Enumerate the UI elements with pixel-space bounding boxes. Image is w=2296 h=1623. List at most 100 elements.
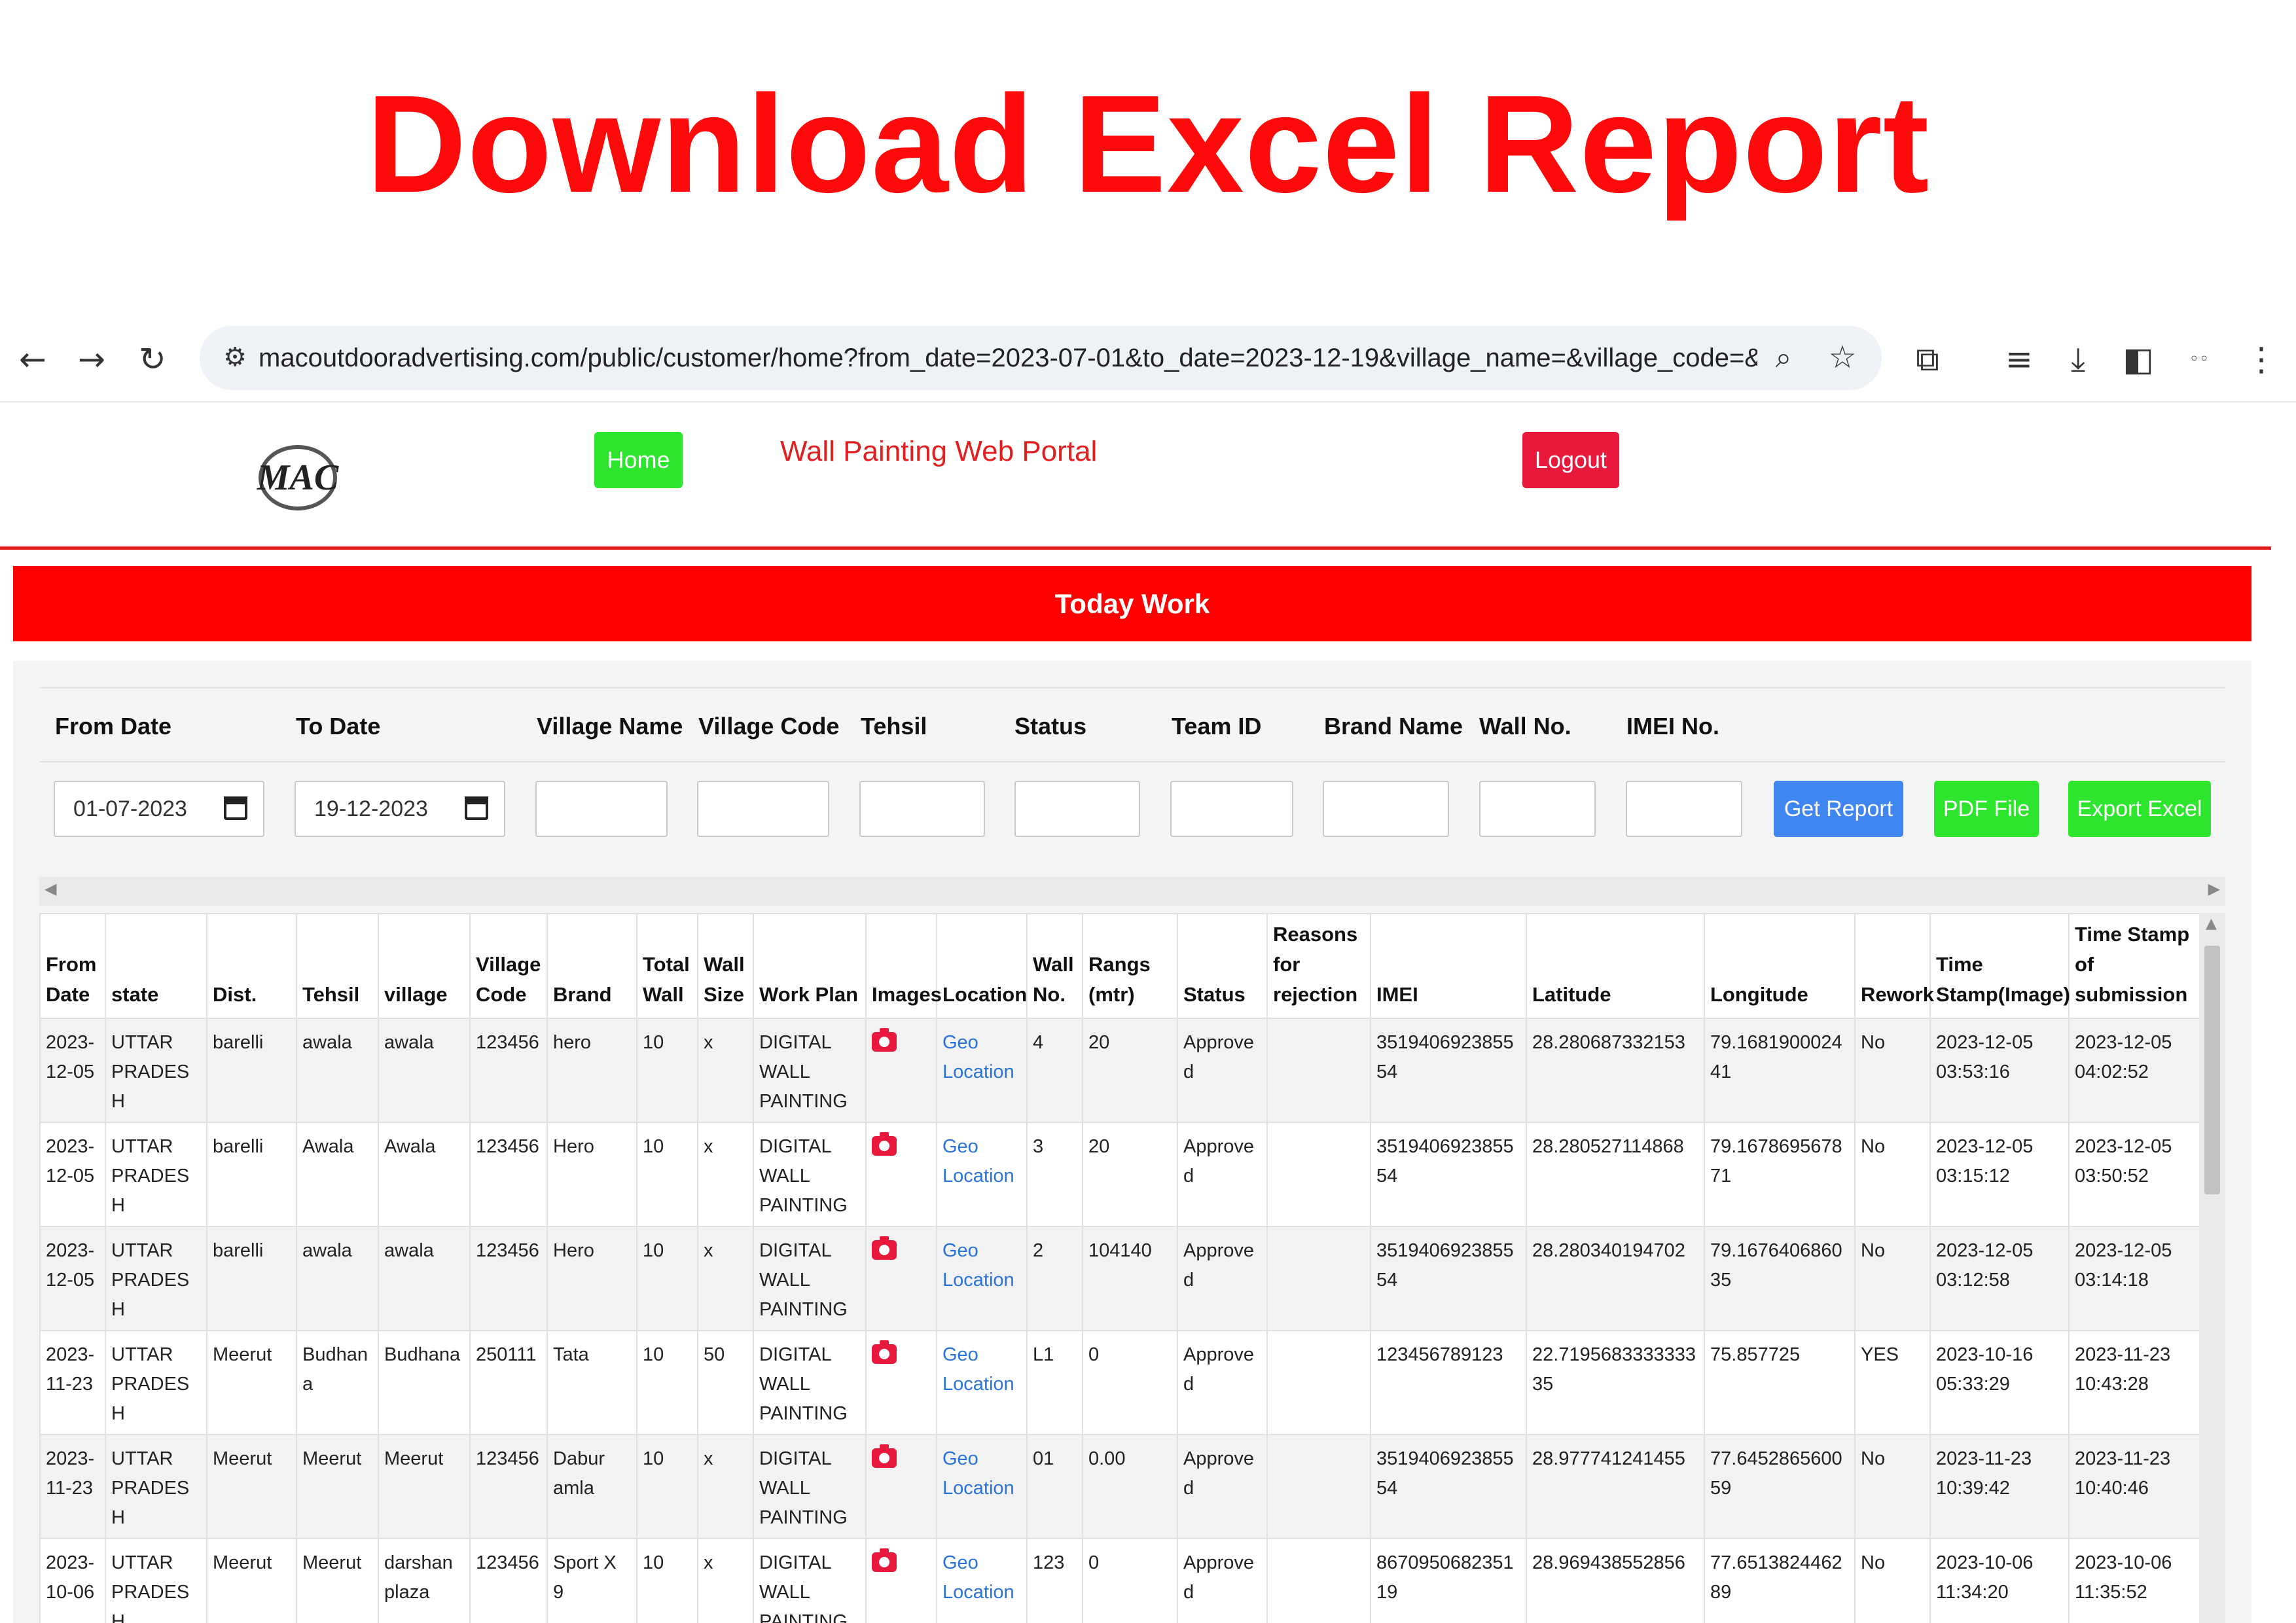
filter-labels-row: From Date To Date Village Name Village C… xyxy=(39,687,2225,762)
col-header[interactable]: Location xyxy=(936,913,1028,1019)
scroll-up-icon[interactable]: ▲ xyxy=(2206,916,2217,932)
download-icon[interactable]: ⤓ xyxy=(2055,330,2101,389)
col-header[interactable]: IMEI xyxy=(1370,913,1527,1019)
imei-no-input[interactable] xyxy=(1626,781,1742,837)
geo-location-link[interactable]: Geo Location xyxy=(942,1448,1014,1499)
col-header[interactable]: Reasons for rejection xyxy=(1266,913,1371,1019)
address-bar[interactable]: ⚙ macoutdooradvertising.com/public/custo… xyxy=(200,326,1882,390)
geo-location-link[interactable]: Geo Location xyxy=(942,1032,1014,1082)
col-header[interactable]: Village Code xyxy=(469,913,548,1019)
col-header[interactable]: Brand xyxy=(547,913,637,1019)
col-header[interactable]: village xyxy=(378,913,471,1019)
col-header[interactable]: Longitude xyxy=(1704,913,1856,1019)
geo-location-link[interactable]: Geo Location xyxy=(942,1552,1014,1603)
horizontal-scrollbar[interactable]: ◀ ▶ xyxy=(39,877,2225,906)
village-code-input[interactable] xyxy=(697,781,829,837)
table-cell: 4 xyxy=(1026,1018,1083,1123)
col-header[interactable]: Images xyxy=(865,913,942,1019)
team-id-input[interactable] xyxy=(1170,781,1293,837)
table-cell: Sport X 9 xyxy=(547,1538,637,1623)
geo-location-link[interactable]: Geo Location xyxy=(942,1240,1014,1291)
col-header[interactable]: Dist. xyxy=(206,913,297,1019)
back-arrow-icon[interactable]: ← xyxy=(10,330,56,389)
col-header[interactable]: Status xyxy=(1177,913,1268,1019)
table-cell: 2023-11-23 xyxy=(39,1330,106,1435)
vertical-scrollbar[interactable]: ▲ xyxy=(2199,913,2225,1623)
profile-avatar-icon[interactable]: ◦◦ xyxy=(2176,330,2222,389)
table-cell: 2023-10-06 11:34:20 xyxy=(1929,1538,2070,1623)
from-date-input[interactable]: 01-07-2023 xyxy=(54,781,264,837)
table-cell: 79.167640686035 xyxy=(1704,1226,1856,1331)
col-header[interactable]: Total Wall xyxy=(636,913,698,1019)
col-header[interactable]: Rework xyxy=(1854,913,1934,1019)
scroll-left-icon[interactable]: ◀ xyxy=(45,880,56,898)
table-cell: 0 xyxy=(1082,1330,1178,1435)
table-cell: 2023-11-23 10:40:46 xyxy=(2068,1434,2199,1539)
media-queue-icon[interactable]: ≡ xyxy=(1996,330,2042,389)
table-cell xyxy=(865,1538,937,1623)
extensions-puzzle-icon[interactable]: ⧉ xyxy=(1905,330,1950,389)
col-header[interactable]: Time Stamp of submission xyxy=(2068,913,2199,1019)
to-date-input[interactable]: 19-12-2023 xyxy=(295,781,505,837)
pdf-file-button[interactable]: PDF File xyxy=(1934,781,2039,837)
table-cell: 10 xyxy=(636,1018,698,1123)
village-name-input[interactable] xyxy=(535,781,668,837)
home-button[interactable]: Home xyxy=(594,432,683,488)
camera-icon[interactable] xyxy=(872,1444,897,1468)
table-cell: DIGITAL WALL PAINTING xyxy=(753,1122,867,1227)
bookmark-star-icon[interactable]: ☆ xyxy=(1823,338,1862,377)
table-cell: 0 xyxy=(1082,1538,1178,1623)
camera-icon[interactable] xyxy=(872,1132,897,1156)
table-cell: 01 xyxy=(1026,1434,1083,1539)
table-cell: Approved xyxy=(1177,1330,1268,1435)
tehsil-input[interactable] xyxy=(859,781,985,837)
table-cell: x xyxy=(697,1538,754,1623)
brand-name-input[interactable] xyxy=(1323,781,1449,837)
camera-icon[interactable] xyxy=(872,1340,897,1364)
table-cell: barelli xyxy=(206,1122,297,1227)
export-excel-button[interactable]: Export Excel xyxy=(2068,781,2211,837)
wall-no-input[interactable] xyxy=(1479,781,1596,837)
table-cell: Budhana xyxy=(296,1330,379,1435)
table-body: 2023-12-05 UTTAR PRADESH barelli awala awala… xyxy=(39,1018,2199,1623)
col-header[interactable]: Time Stamp(Image) xyxy=(1929,913,2070,1019)
table-cell: 123456 xyxy=(469,1538,548,1623)
camera-icon[interactable] xyxy=(872,1548,897,1572)
col-header[interactable]: Wall No. xyxy=(1026,913,1083,1019)
reload-icon[interactable]: ↻ xyxy=(130,330,175,389)
col-header[interactable]: Tehsil xyxy=(296,913,379,1019)
table-cell: 28.977741241455 xyxy=(1526,1434,1705,1539)
geo-location-link[interactable]: Geo Location xyxy=(942,1344,1014,1395)
calendar-icon[interactable] xyxy=(224,796,247,820)
side-panel-icon[interactable]: ◧ xyxy=(2115,330,2161,389)
table-cell: awala xyxy=(378,1226,471,1331)
table-cell: 10 xyxy=(636,1330,698,1435)
camera-icon[interactable] xyxy=(872,1236,897,1260)
table-cell: 2 xyxy=(1026,1226,1083,1331)
col-header[interactable]: Wall Size xyxy=(697,913,754,1019)
zoom-icon[interactable]: ⌕ xyxy=(1764,338,1803,377)
menu-kebab-icon[interactable]: ⋮ xyxy=(2238,330,2284,389)
table-cell: 2023-10-06 xyxy=(39,1538,106,1623)
to-date-value: 19-12-2023 xyxy=(314,796,428,821)
col-header[interactable]: Rangs (mtr) xyxy=(1082,913,1178,1019)
col-header[interactable]: state xyxy=(105,913,207,1019)
table-cell: UTTAR PRADESH xyxy=(105,1538,207,1623)
url-text[interactable]: macoutdooradvertising.com/public/custome… xyxy=(259,326,1757,390)
geo-location-link[interactable]: Geo Location xyxy=(942,1136,1014,1186)
scroll-right-icon[interactable]: ▶ xyxy=(2208,880,2220,898)
calendar-icon[interactable] xyxy=(465,796,488,820)
table-cell: hero xyxy=(547,1018,637,1123)
get-report-button[interactable]: Get Report xyxy=(1774,781,1903,837)
forward-arrow-icon[interactable]: → xyxy=(69,330,115,389)
logout-button[interactable]: Logout xyxy=(1522,432,1619,488)
camera-icon[interactable] xyxy=(872,1028,897,1052)
scroll-thumb[interactable] xyxy=(2204,946,2220,1194)
table-cell: barelli xyxy=(206,1018,297,1123)
status-input[interactable] xyxy=(1014,781,1140,837)
col-header[interactable]: From Date xyxy=(39,913,106,1019)
table-cell: 28.969438552856 xyxy=(1526,1538,1705,1623)
site-settings-icon[interactable]: ⚙ xyxy=(215,338,255,377)
col-header[interactable]: Work Plan xyxy=(753,913,867,1019)
col-header[interactable]: Latitude xyxy=(1526,913,1705,1019)
